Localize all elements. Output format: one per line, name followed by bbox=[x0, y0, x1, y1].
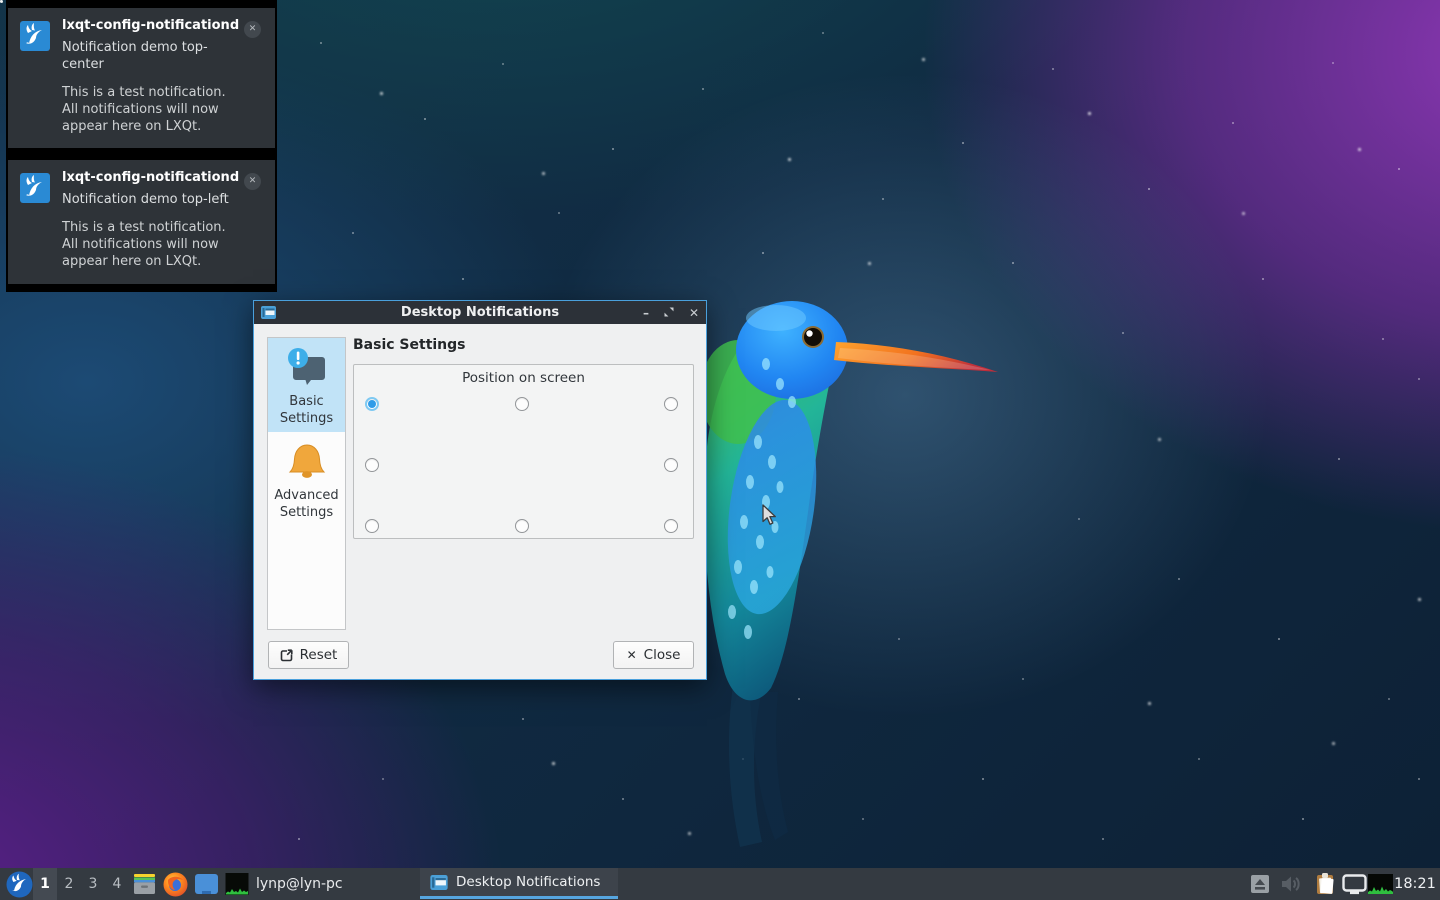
notification-close-button[interactable]: ✕ bbox=[244, 21, 261, 38]
eject-icon bbox=[1250, 874, 1270, 894]
sidebar-item-label: Basic Settings bbox=[268, 394, 345, 428]
notification-app-name: lxqt-config-notificationd bbox=[62, 19, 240, 34]
username-indicator: lynp@lyn-pc bbox=[252, 868, 343, 900]
notification-body: This is a test notification. All notific… bbox=[62, 85, 240, 136]
position-groupbox: Position on screen bbox=[353, 364, 694, 539]
close-window-button[interactable]: ✕ bbox=[689, 307, 699, 319]
firefox-launcher[interactable] bbox=[161, 868, 189, 900]
radio-position-bottom-left[interactable] bbox=[365, 519, 379, 533]
window-controls: – ✕ bbox=[643, 307, 699, 319]
close-button[interactable]: ✕ Close bbox=[613, 641, 694, 669]
radio-position-top-right[interactable] bbox=[664, 397, 678, 411]
hummingbird-wallpaper-art bbox=[680, 292, 1010, 852]
settings-sidebar: Basic Settings Advanced Settings bbox=[267, 337, 346, 630]
clock[interactable]: 18:21 bbox=[1392, 868, 1438, 900]
blue-app-launcher[interactable] bbox=[192, 868, 220, 900]
notification-close-button[interactable]: ✕ bbox=[244, 173, 261, 190]
close-button-label: Close bbox=[644, 647, 681, 663]
speaker-icon bbox=[1280, 874, 1302, 894]
mouse-cursor bbox=[760, 504, 778, 526]
sidebar-item-basic-settings[interactable]: Basic Settings bbox=[268, 338, 345, 432]
notification-app-name: lxqt-config-notificationd bbox=[62, 171, 240, 186]
section-header: Basic Settings bbox=[353, 337, 466, 353]
restore-icon bbox=[664, 307, 674, 317]
chat-alert-icon bbox=[284, 345, 330, 391]
radio-position-middle-right[interactable] bbox=[664, 458, 678, 472]
window-titlebar[interactable]: Desktop Notifications – ✕ bbox=[254, 301, 706, 324]
reset-button-label: Reset bbox=[300, 647, 338, 663]
desktop-notifications-window: Desktop Notifications – ✕ bbox=[253, 300, 707, 680]
volume-tray-icon[interactable] bbox=[1279, 874, 1303, 894]
lxqt-menu-icon bbox=[6, 871, 33, 898]
notification-stack: lxqt-config-notificationd Notification d… bbox=[6, 0, 277, 292]
file-manager-launcher[interactable] bbox=[130, 868, 158, 900]
network-graph-icon bbox=[1368, 874, 1393, 894]
radio-position-bottom-center[interactable] bbox=[515, 519, 529, 533]
blue-screen-icon bbox=[194, 872, 219, 896]
network-monitor-tray-icon[interactable] bbox=[1367, 874, 1393, 894]
minimize-button[interactable]: – bbox=[643, 307, 649, 319]
reset-icon bbox=[280, 649, 293, 662]
lxqt-app-icon bbox=[20, 173, 50, 203]
window-app-icon bbox=[261, 306, 276, 319]
close-x-icon: ✕ bbox=[627, 648, 637, 662]
bell-icon bbox=[284, 439, 330, 485]
notification-body: This is a test notification. All notific… bbox=[62, 220, 240, 271]
notification-card[interactable]: lxqt-config-notificationd Notification d… bbox=[8, 8, 275, 148]
lxqt-app-icon bbox=[20, 21, 50, 51]
monitor-icon bbox=[1342, 874, 1367, 895]
task-window-icon bbox=[430, 875, 448, 890]
workspace-button-3[interactable]: 3 bbox=[81, 868, 105, 900]
firefox-icon bbox=[163, 872, 188, 897]
notification-summary: Notification demo top-left bbox=[62, 192, 240, 209]
task-button-label: Desktop Notifications bbox=[456, 874, 600, 890]
bright-stars-layer bbox=[0, 0, 3, 3]
radio-position-bottom-right[interactable] bbox=[664, 519, 678, 533]
workspace-button-2[interactable]: 2 bbox=[57, 868, 81, 900]
file-manager-icon bbox=[133, 873, 156, 895]
workspace-button-4[interactable]: 4 bbox=[105, 868, 129, 900]
removable-media-tray-icon[interactable] bbox=[1249, 874, 1271, 894]
clipboard-tray-icon[interactable] bbox=[1313, 874, 1339, 894]
desktop-screen: lxqt-config-notificationd Notification d… bbox=[0, 0, 1440, 900]
window-title: Desktop Notifications bbox=[254, 305, 706, 320]
reset-button[interactable]: Reset bbox=[268, 641, 349, 669]
task-button-desktop-notifications[interactable]: Desktop Notifications bbox=[420, 868, 618, 899]
radio-position-middle-left[interactable] bbox=[365, 458, 379, 472]
sidebar-item-advanced-settings[interactable]: Advanced Settings bbox=[268, 432, 345, 526]
workspace-button-1[interactable]: 1 bbox=[33, 868, 57, 900]
groupbox-title: Position on screen bbox=[354, 365, 693, 386]
restore-button[interactable] bbox=[664, 307, 674, 319]
radio-position-top-center[interactable] bbox=[515, 397, 529, 411]
clipboard-icon bbox=[1314, 872, 1338, 896]
sidebar-item-label: Advanced Settings bbox=[268, 488, 345, 522]
system-monitor-launcher[interactable] bbox=[223, 868, 251, 900]
notification-summary: Notification demo top-center bbox=[62, 40, 240, 74]
taskbar-panel: 1 2 3 4 bbox=[0, 868, 1440, 900]
display-tray-icon[interactable] bbox=[1341, 874, 1367, 894]
terminal-graph-icon bbox=[225, 872, 249, 896]
notification-texts: lxqt-config-notificationd Notification d… bbox=[62, 19, 240, 135]
radio-position-top-left[interactable] bbox=[365, 397, 379, 411]
notification-texts: lxqt-config-notificationd Notification d… bbox=[62, 171, 240, 271]
notification-card[interactable]: lxqt-config-notificationd Notification d… bbox=[8, 160, 275, 284]
app-menu-button[interactable] bbox=[4, 868, 34, 900]
